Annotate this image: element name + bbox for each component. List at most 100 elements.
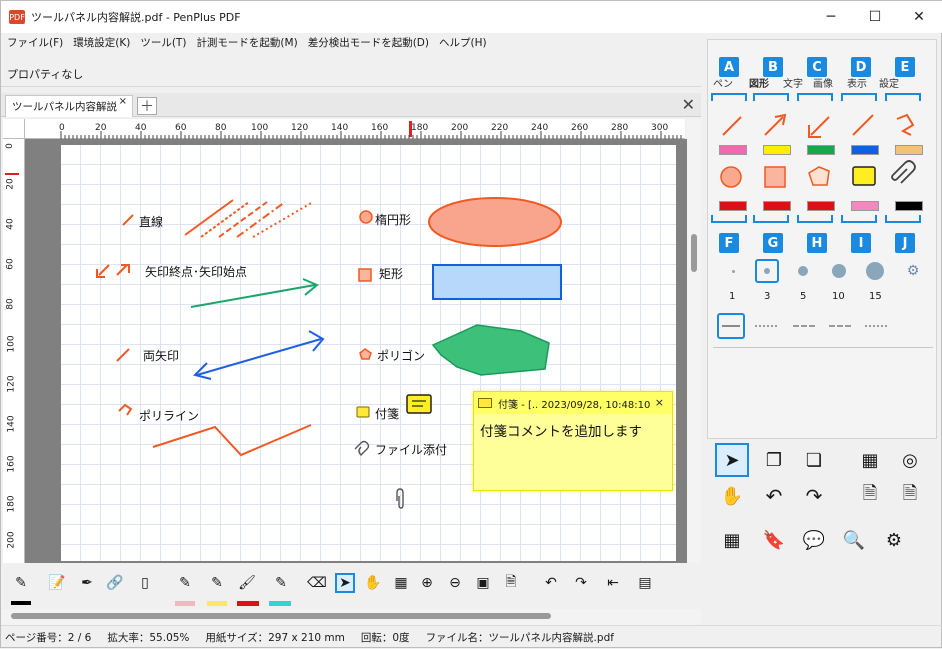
polygon-tool-icon[interactable] xyxy=(808,166,830,186)
delete-all-icon[interactable]: 🗎 xyxy=(893,479,927,513)
sticky-text[interactable]: 付箋コメントを追加します xyxy=(474,414,672,446)
redo-icon[interactable]: ↷ xyxy=(571,573,591,593)
rect-sample[interactable] xyxy=(432,264,562,300)
panel-tab-image[interactable]: 画像 xyxy=(813,75,833,90)
marker-pink-icon[interactable]: ✎ xyxy=(175,573,195,593)
settings-icon[interactable]: ⚙ xyxy=(877,523,911,557)
line-style-dashdot[interactable] xyxy=(829,325,851,327)
green-arrow[interactable] xyxy=(190,284,316,308)
delete-page-icon[interactable]: 🗎 xyxy=(501,573,521,593)
delete-icon[interactable]: 🗎 xyxy=(853,479,887,513)
attach-tool-icon[interactable] xyxy=(891,160,916,184)
close-all-tabs-button[interactable]: ✕ xyxy=(682,95,695,114)
send-back-icon[interactable]: ❏ xyxy=(797,443,831,477)
color-swatch[interactable] xyxy=(763,145,791,155)
size-3-button[interactable] xyxy=(755,259,779,283)
line-style-solid[interactable] xyxy=(717,313,745,339)
menu-settings[interactable]: 環境設定(K) xyxy=(73,35,130,50)
stamp-icon[interactable]: ▯ xyxy=(135,573,155,593)
rect-tool-icon[interactable] xyxy=(764,166,786,188)
comments-icon[interactable]: 💬 xyxy=(797,523,831,557)
area-select-icon[interactable]: ▦ xyxy=(853,443,887,477)
size-1-button[interactable] xyxy=(721,259,745,283)
minimize-button[interactable]: ─ xyxy=(809,1,853,33)
sticky-header[interactable]: 付箋 - [.. 2023/09/28, 10:48:10 × xyxy=(474,392,672,414)
text-note-icon[interactable]: 📝 xyxy=(47,573,67,593)
first-page-icon[interactable]: ⇤ xyxy=(603,573,623,593)
blue-double-arrow[interactable] xyxy=(196,338,322,376)
add-tab-button[interactable]: ＋ xyxy=(137,97,157,115)
polyline-sample[interactable] xyxy=(152,424,312,457)
select-tool-icon[interactable]: ➤ xyxy=(715,443,749,477)
fit-page-icon[interactable]: ▣ xyxy=(473,573,493,593)
color-swatch[interactable] xyxy=(807,145,835,155)
fill-swatch[interactable] xyxy=(763,201,791,211)
scroll-thumb[interactable] xyxy=(691,234,697,272)
size-15-button[interactable] xyxy=(863,259,887,283)
pdf-page[interactable]: 直線 矢印終点･矢印始点 両矢印 ポリライン 楕円形 矩形 ポリゴン 付箋 ファ… xyxy=(61,145,676,561)
line-style-dotted[interactable] xyxy=(755,325,777,327)
fill-swatch[interactable] xyxy=(719,201,747,211)
bookmark-icon[interactable]: 🔖 xyxy=(757,523,791,557)
undo-icon[interactable]: ↶ xyxy=(541,573,561,593)
menu-file[interactable]: ファイル(F) xyxy=(7,35,63,50)
arrow-start-tool-icon[interactable] xyxy=(810,116,830,136)
thumbnails-icon[interactable]: ▦ xyxy=(715,523,749,557)
menu-measure[interactable]: 計測モードを起動(M) xyxy=(196,35,297,50)
hand-icon[interactable]: ✋ xyxy=(363,573,383,593)
fill-swatch[interactable] xyxy=(851,201,879,211)
panel-tab-shape[interactable]: 図形 xyxy=(749,75,769,90)
hand-tool-icon[interactable]: ✋ xyxy=(715,479,749,513)
link-icon[interactable]: 🔗 xyxy=(105,573,125,593)
color-swatch[interactable] xyxy=(895,145,923,155)
size-10-button[interactable] xyxy=(827,259,851,283)
gear-icon[interactable]: ⚙ xyxy=(901,259,925,283)
arrow-tool-icon[interactable] xyxy=(764,116,784,136)
h-scroll-thumb[interactable] xyxy=(11,613,551,619)
fill-swatch[interactable] xyxy=(895,201,923,211)
redo-icon[interactable]: ↷ xyxy=(797,479,831,513)
maximize-button[interactable]: ☐ xyxy=(853,1,897,33)
panel-tab-text[interactable]: 文字 xyxy=(783,75,803,90)
ellipse-tool-icon[interactable] xyxy=(720,166,742,188)
polyline-tool-icon[interactable] xyxy=(896,113,915,136)
fill-swatch[interactable] xyxy=(807,201,835,211)
tab-close-icon[interactable]: × xyxy=(119,96,127,107)
note-tool-icon[interactable] xyxy=(852,166,876,186)
target-icon[interactable]: ◎ xyxy=(893,443,927,477)
area-select-icon[interactable]: ▦ xyxy=(391,573,411,593)
ellipse-sample[interactable] xyxy=(428,197,562,247)
polygon-sample[interactable] xyxy=(431,324,550,376)
bring-front-icon[interactable]: ❐ xyxy=(757,443,791,477)
select-arrow-icon[interactable]: ➤ xyxy=(335,573,355,593)
line-style-dashed[interactable] xyxy=(793,325,815,327)
zoom-out-icon[interactable]: ⊖ xyxy=(445,573,465,593)
line-sample[interactable] xyxy=(252,201,314,238)
panel-tab-view[interactable]: 表示 xyxy=(847,75,867,90)
zoom-in-icon[interactable]: ⊕ xyxy=(417,573,437,593)
sticky-close-icon[interactable]: × xyxy=(655,396,664,409)
color-swatch[interactable] xyxy=(851,145,879,155)
marker-yellow-icon[interactable]: ✎ xyxy=(207,573,227,593)
page-layout-icon[interactable]: ▤ xyxy=(635,573,655,593)
color-swatch[interactable] xyxy=(719,145,747,155)
marker-cyan-icon[interactable]: ✎ xyxy=(271,573,291,593)
attachment-icon[interactable] xyxy=(396,488,404,509)
line-style-dashdotdot[interactable] xyxy=(865,325,887,327)
highlight-pen-icon[interactable]: ✒ xyxy=(77,573,97,593)
horizontal-scrollbar[interactable] xyxy=(1,609,701,625)
close-button[interactable]: ✕ xyxy=(897,1,941,33)
line-sample[interactable] xyxy=(184,199,234,236)
sticky-note-icon[interactable] xyxy=(406,394,432,414)
panel-tab-settings[interactable]: 設定 xyxy=(879,75,899,90)
size-5-button[interactable] xyxy=(791,259,815,283)
pen-icon[interactable]: ✎ xyxy=(11,573,31,593)
vertical-scrollbar[interactable] xyxy=(687,119,701,563)
document-viewer[interactable]: 直線 矢印終点･矢印始点 両矢印 ポリライン 楕円形 矩形 ポリゴン 付箋 ファ… xyxy=(25,139,687,563)
tab-document[interactable]: ツールパネル内容解説 × xyxy=(5,95,133,117)
menu-help[interactable]: ヘルプ(H) xyxy=(439,35,487,50)
double-arrow-tool-icon[interactable] xyxy=(852,114,874,136)
line-tool-icon[interactable] xyxy=(722,116,742,136)
menu-diff[interactable]: 差分検出モードを起動(D) xyxy=(308,35,429,50)
search-icon[interactable]: 🔍 xyxy=(837,523,871,557)
